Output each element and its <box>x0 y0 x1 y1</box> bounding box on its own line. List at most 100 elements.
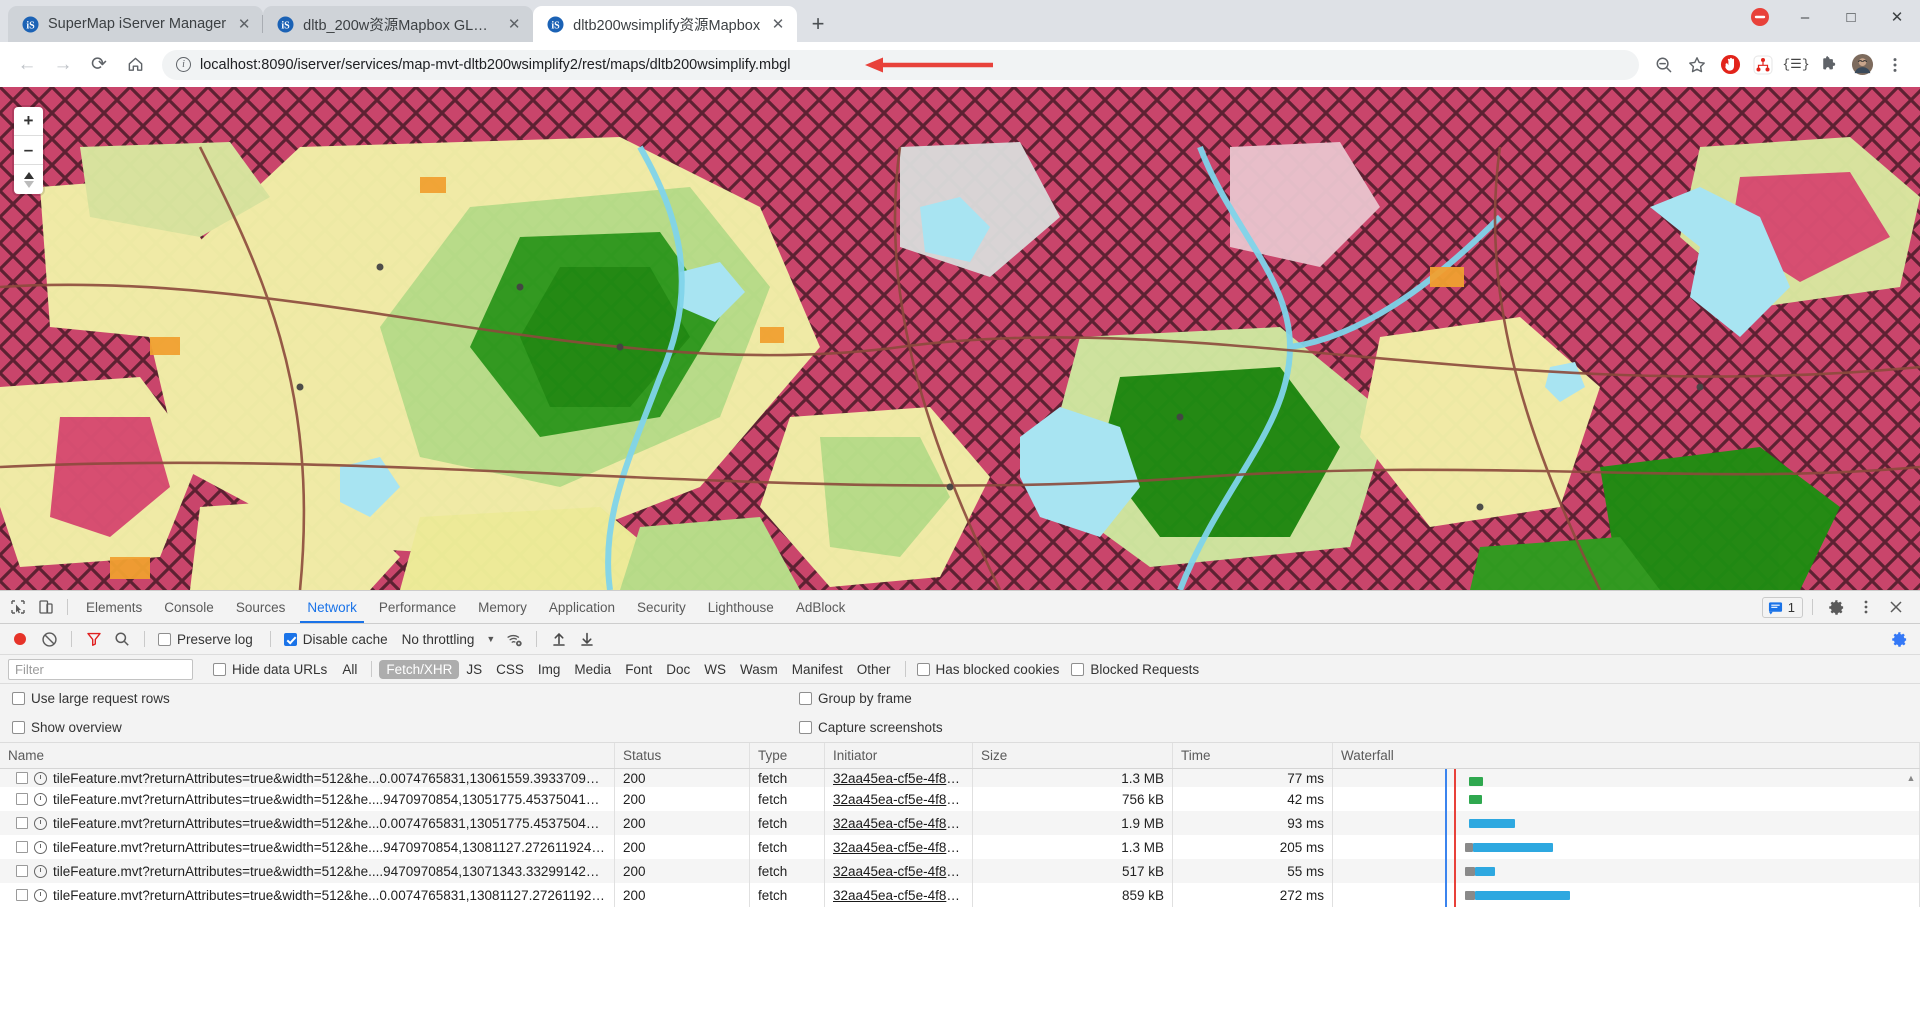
column-header-size[interactable]: Size <box>973 743 1173 768</box>
export-har-icon[interactable] <box>574 627 600 651</box>
reload-icon[interactable]: ⟳ <box>82 48 116 82</box>
devtools-tab-network[interactable]: Network <box>296 591 368 623</box>
checkbox-box[interactable] <box>799 721 812 734</box>
group-by-frame-checkbox[interactable]: Group by frame <box>795 691 920 706</box>
map-viewport[interactable]: + – <box>0 87 1920 590</box>
clear-button[interactable] <box>36 627 62 651</box>
row-checkbox[interactable] <box>16 841 28 853</box>
checkbox-box[interactable] <box>1071 662 1085 676</box>
import-har-icon[interactable] <box>546 627 572 651</box>
filter-type-ws[interactable]: WS <box>697 660 733 679</box>
zoom-out-icon[interactable] <box>1649 50 1679 80</box>
column-header-waterfall[interactable]: Waterfall <box>1333 743 1920 768</box>
device-toolbar-icon[interactable] <box>32 594 60 620</box>
filter-type-js[interactable]: JS <box>459 660 489 679</box>
map-compass-button[interactable] <box>14 165 43 194</box>
checkbox-box[interactable] <box>12 721 25 734</box>
close-icon[interactable]: ✕ <box>769 15 787 33</box>
use-large-request-rows-checkbox[interactable]: Use large request rows <box>8 691 178 706</box>
new-tab-button[interactable]: + <box>803 9 833 39</box>
show-overview-checkbox[interactable]: Show overview <box>8 720 130 735</box>
disable-cache-checkbox[interactable]: Disable cache <box>280 632 396 647</box>
browser-tab-1[interactable]: iS SuperMap iServer Manager ✕ <box>8 6 264 42</box>
column-header-status[interactable]: Status <box>615 743 750 768</box>
gear-icon[interactable] <box>1822 594 1850 620</box>
filter-type-media[interactable]: Media <box>567 660 618 679</box>
table-row[interactable]: tileFeature.mvt?returnAttributes=true&wi… <box>0 811 1920 835</box>
has-blocked-cookies-checkbox[interactable]: Has blocked cookies <box>913 662 1068 677</box>
row-checkbox[interactable] <box>16 817 28 829</box>
checkbox-box[interactable] <box>158 632 171 646</box>
filter-type-wasm[interactable]: Wasm <box>733 660 785 679</box>
row-checkbox[interactable] <box>16 772 28 784</box>
vector-tile-map-canvas[interactable] <box>0 87 1920 590</box>
filter-type-font[interactable]: Font <box>618 660 659 679</box>
window-close-button[interactable]: ✕ <box>1874 0 1920 34</box>
table-row[interactable]: tileFeature.mvt?returnAttributes=true&wi… <box>0 859 1920 883</box>
window-minimize-button[interactable]: – <box>1782 0 1828 34</box>
filter-type-manifest[interactable]: Manifest <box>785 660 850 679</box>
filter-type-doc[interactable]: Doc <box>659 660 697 679</box>
network-conditions-icon[interactable] <box>501 627 527 651</box>
column-header-time[interactable]: Time <box>1173 743 1333 768</box>
filter-type-css[interactable]: CSS <box>489 660 531 679</box>
row-checkbox[interactable] <box>16 865 28 877</box>
column-header-type[interactable]: Type <box>750 743 825 768</box>
capture-screenshots-checkbox[interactable]: Capture screenshots <box>795 720 951 735</box>
devtools-tab-adblock[interactable]: AdBlock <box>785 591 857 623</box>
filter-funnel-icon[interactable] <box>81 627 107 651</box>
table-row[interactable]: tileFeature.mvt?returnAttributes=true&wi… <box>0 835 1920 859</box>
table-row[interactable]: tileFeature.mvt?returnAttributes=true&wi… <box>0 883 1920 907</box>
inspect-element-icon[interactable] <box>4 594 32 620</box>
row-checkbox[interactable] <box>16 793 28 805</box>
request-initiator[interactable]: 32aa45ea-cf5e-4f86-... <box>833 864 964 879</box>
forward-icon[interactable]: → <box>46 48 80 82</box>
close-icon[interactable] <box>1882 594 1910 620</box>
map-zoom-in-button[interactable]: + <box>14 107 43 136</box>
devtools-tab-application[interactable]: Application <box>538 591 626 623</box>
checkbox-box[interactable] <box>799 692 812 705</box>
table-row[interactable]: tileFeature.mvt?returnAttributes=true&wi… <box>0 787 1920 811</box>
extensions-puzzle-icon[interactable] <box>1814 50 1844 80</box>
throttling-select[interactable]: No throttling ▼ <box>398 632 500 647</box>
devtools-tab-performance[interactable]: Performance <box>368 591 467 623</box>
request-initiator[interactable]: 32aa45ea-cf5e-4f86-... <box>833 840 964 855</box>
kebab-menu-icon[interactable] <box>1852 594 1880 620</box>
network-settings-gear-icon[interactable] <box>1886 627 1912 651</box>
column-header-initiator[interactable]: Initiator <box>825 743 973 768</box>
map-zoom-controls[interactable]: + – <box>14 107 43 194</box>
devtools-tab-console[interactable]: Console <box>153 591 225 623</box>
close-icon[interactable]: ✕ <box>235 15 253 33</box>
bookmark-star-icon[interactable] <box>1682 50 1712 80</box>
devtools-tab-sources[interactable]: Sources <box>225 591 297 623</box>
browser-tab-3[interactable]: iS dltb200wsimplify资源Mapbox ✕ <box>533 6 798 42</box>
site-info-icon[interactable]: i <box>176 57 191 72</box>
checkbox-box[interactable] <box>283 632 297 646</box>
network-requests-table[interactable]: Name Status Type Initiator Size Time Wat… <box>0 742 1920 1030</box>
request-initiator[interactable]: 32aa45ea-cf5e-4f86-... <box>833 888 964 903</box>
home-icon[interactable] <box>118 48 152 82</box>
devtools-tab-memory[interactable]: Memory <box>467 591 538 623</box>
filter-type-img[interactable]: Img <box>531 660 568 679</box>
table-row[interactable]: tileFeature.mvt?returnAttributes=true&wi… <box>0 769 1920 787</box>
request-initiator[interactable]: 32aa45ea-cf5e-4f86-... <box>833 771 964 786</box>
devtools-tab-elements[interactable]: Elements <box>75 591 153 623</box>
checkbox-box[interactable] <box>213 662 226 676</box>
devtools-tab-lighthouse[interactable]: Lighthouse <box>697 591 785 623</box>
address-bar[interactable]: i localhost:8090/iserver/services/map-mv… <box>162 49 1639 80</box>
issues-badge[interactable]: 1 <box>1761 596 1803 618</box>
preserve-log-checkbox[interactable]: Preserve log <box>154 632 261 647</box>
window-maximize-button[interactable]: □ <box>1828 0 1874 34</box>
blocked-requests-checkbox[interactable]: Blocked Requests <box>1067 662 1207 677</box>
close-icon[interactable]: ✕ <box>505 15 523 33</box>
hide-data-urls-checkbox[interactable]: Hide data URLs <box>209 662 335 677</box>
checkbox-box[interactable] <box>916 662 930 676</box>
back-icon[interactable]: ← <box>10 48 44 82</box>
record-button[interactable] <box>14 633 26 645</box>
search-icon[interactable] <box>109 627 135 651</box>
scrollbar-up-arrow[interactable]: ▲ <box>1905 773 1917 783</box>
filter-type-all[interactable]: All <box>335 660 364 679</box>
adblock-stop-icon[interactable] <box>1715 50 1745 80</box>
adblock-status-icon[interactable] <box>1738 0 1782 34</box>
request-initiator[interactable]: 32aa45ea-cf5e-4f86-... <box>833 792 964 807</box>
